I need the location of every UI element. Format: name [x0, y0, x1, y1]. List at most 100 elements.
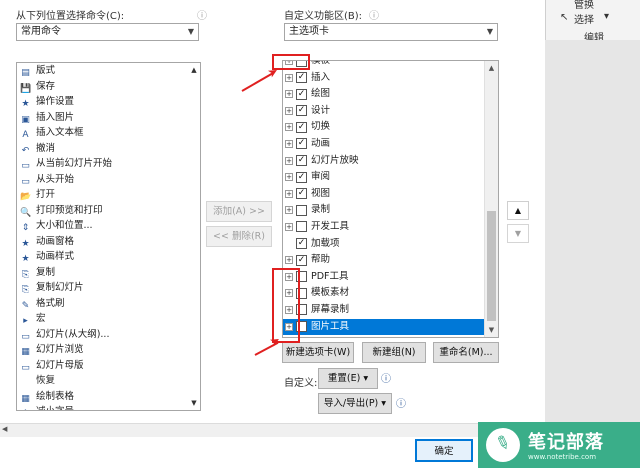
command-item[interactable]: ▭ 幻灯片母版: [17, 358, 200, 374]
import-export-button[interactable]: 导入/导出(P) ▾: [318, 393, 392, 414]
scroll-up-icon[interactable]: ▲: [188, 63, 200, 77]
ribbon-tab-item[interactable]: + 录制: [283, 202, 486, 219]
command-item[interactable]: 📂 打开: [17, 187, 200, 203]
ribbon-tab-item[interactable]: + 开发工具: [283, 219, 486, 236]
ribbon-replace-label[interactable]: 管换: [574, 0, 594, 11]
command-item[interactable]: ↶撤消▶: [17, 141, 200, 157]
tab-checkbox[interactable]: ✓: [296, 188, 307, 200]
ribbon-tab-item[interactable]: ✓ 加载项: [283, 236, 486, 253]
expand-icon[interactable]: +: [285, 106, 293, 115]
ribbon-tab-item[interactable]: + 图片工具: [283, 318, 486, 336]
tab-checkbox[interactable]: ✓: [296, 171, 307, 183]
scroll-thumb[interactable]: [487, 211, 496, 321]
expand-icon[interactable]: +: [285, 256, 293, 265]
command-item[interactable]: ▣ 插入图片: [17, 110, 200, 126]
expand-icon[interactable]: +: [285, 123, 293, 132]
dialog-horizontal-scrollbar[interactable]: ◀ ▶: [0, 423, 545, 437]
tab-label: 模板素材: [311, 287, 350, 299]
command-item[interactable]: ▭ 从当前幻灯片开始: [17, 156, 200, 172]
tab-checkbox[interactable]: ✓: [296, 121, 307, 133]
command-label: 从头开始: [36, 173, 75, 185]
command-item[interactable]: ★ 操作设置: [17, 94, 200, 110]
command-item[interactable]: 💾 保存: [17, 79, 200, 95]
tab-label: 模板: [311, 60, 331, 66]
expand-icon[interactable]: +: [285, 156, 293, 165]
ribbon-tab-item[interactable]: + ✓ 动画: [283, 136, 486, 153]
expand-icon[interactable]: +: [285, 173, 293, 182]
rename-button[interactable]: 重命名(M)...: [433, 342, 499, 363]
commands-list-scrollbar[interactable]: ▲ ▼: [188, 63, 200, 410]
command-item[interactable]: ▭ 幻灯片(从大纲)...: [17, 327, 200, 343]
command-item[interactable]: ⎘ 复制幻灯片: [17, 280, 200, 296]
tab-checkbox[interactable]: ✓: [296, 155, 307, 167]
ribbon-tab-item[interactable]: + 模板素材: [283, 285, 486, 302]
scroll-down-icon[interactable]: ▼: [485, 323, 498, 337]
command-item[interactable]: ▦ 绘制表格: [17, 389, 200, 405]
expand-icon[interactable]: +: [285, 206, 293, 215]
ribbon-tab-item[interactable]: + 屏幕录制: [283, 302, 486, 319]
ribbon-tab-item[interactable]: + ✓ 幻灯片放映: [283, 153, 486, 170]
expand-icon[interactable]: +: [285, 222, 293, 231]
remove-button[interactable]: << 删除(R): [206, 226, 272, 247]
commands-list[interactable]: ▤版式▶💾保存★操作设置▣插入图片A插入文本框↶撤消▶▭从当前幻灯片开始▭从头开…: [16, 62, 201, 411]
ribbon-tree-scrollbar[interactable]: ▲ ▼: [484, 61, 498, 337]
reset-button[interactable]: 重置(E) ▾: [318, 368, 378, 389]
command-item[interactable]: ⇕ 大小和位置...: [17, 218, 200, 234]
ribbon-tab-item[interactable]: + ✓ 切换: [283, 119, 486, 136]
command-icon: ▦: [21, 393, 30, 404]
add-button[interactable]: 添加(A) >>: [206, 201, 272, 222]
new-group-button[interactable]: 新建组(N): [362, 342, 426, 363]
expand-icon[interactable]: +: [285, 73, 293, 82]
ribbon-tabs-tree[interactable]: + 模板 + ✓ 插入 + ✓ 绘图 + ✓ 设计 + ✓ 切换 + ✓ 动画 + ✓ 幻灯片放映 + ✓ 审阅 + ✓ 视图 + 录…: [282, 60, 499, 338]
scroll-down-icon[interactable]: ▼: [188, 396, 200, 410]
scroll-left-icon[interactable]: ◀: [2, 425, 7, 433]
command-item[interactable]: ▸ 宏: [17, 311, 200, 327]
command-item[interactable]: 🔍 打印预览和打印: [17, 203, 200, 219]
ribbon-select-button[interactable]: 选择: [574, 11, 594, 26]
command-item[interactable]: ▭ 从头开始: [17, 172, 200, 188]
move-up-button[interactable]: ▲: [507, 201, 529, 220]
command-item[interactable]: ⎘ 复制: [17, 265, 200, 281]
info-icon: ⓘ: [197, 11, 207, 22]
command-item[interactable]: ✎ 格式刷: [17, 296, 200, 312]
ribbon-tab-item[interactable]: + ✓ 绘图: [283, 86, 486, 103]
expand-icon[interactable]: +: [285, 139, 293, 148]
tab-checkbox[interactable]: [296, 204, 307, 216]
commands-source-combo[interactable]: 常用命令 ▼: [16, 23, 199, 41]
ribbon-tabs-combo[interactable]: 主选项卡 ▼: [284, 23, 498, 41]
command-item[interactable]: A 减小字号: [17, 404, 200, 410]
tab-checkbox[interactable]: ✓: [296, 105, 307, 117]
command-icon: ★: [21, 254, 30, 264]
command-item[interactable]: ★ 动画窗格: [17, 234, 200, 250]
command-item[interactable]: ▦ 幻灯片浏览: [17, 342, 200, 358]
command-label: 动画样式: [36, 251, 75, 262]
tab-checkbox[interactable]: ✓: [296, 72, 307, 84]
command-item[interactable]: A 插入文本框: [17, 125, 200, 141]
new-tab-button[interactable]: 新建选项卡(W): [282, 342, 354, 363]
command-item[interactable]: ▤版式▶: [17, 63, 200, 79]
ok-button[interactable]: 确定: [415, 439, 473, 462]
tab-checkbox[interactable]: ✓: [296, 254, 307, 266]
expand-icon[interactable]: +: [285, 189, 293, 198]
command-item[interactable]: 恢复: [17, 373, 200, 389]
screen: { "ribbon": { "top_right_fragment": "管换"…: [0, 0, 640, 468]
tab-checkbox[interactable]: ✓: [296, 238, 307, 250]
scroll-up-icon[interactable]: ▲: [485, 61, 498, 75]
ribbon-tab-item[interactable]: + ✓ 视图: [283, 186, 486, 203]
command-label: 大小和位置...: [36, 220, 93, 231]
tab-checkbox[interactable]: [296, 221, 307, 233]
ribbon-tab-item[interactable]: + 模板: [283, 60, 486, 70]
move-down-button[interactable]: ▼: [507, 224, 529, 243]
tab-checkbox[interactable]: ✓: [296, 88, 307, 100]
ribbon-tab-item[interactable]: + ✓ 帮助: [283, 252, 486, 269]
expand-icon[interactable]: +: [285, 90, 293, 99]
command-item[interactable]: ★动画样式▶: [17, 249, 200, 265]
command-icon: 💾: [20, 83, 32, 94]
ribbon-tab-item[interactable]: + ✓ 设计: [283, 103, 486, 120]
ribbon-tab-item[interactable]: + PDF工具: [283, 269, 486, 286]
ribbon-tab-item[interactable]: + ✓ 审阅: [283, 169, 486, 186]
customize-label: 自定义:: [284, 378, 318, 389]
tab-checkbox[interactable]: ✓: [296, 138, 307, 150]
tab-label: 图片工具: [311, 320, 350, 332]
ribbon-tab-item[interactable]: + ✓ 插入: [283, 70, 486, 87]
